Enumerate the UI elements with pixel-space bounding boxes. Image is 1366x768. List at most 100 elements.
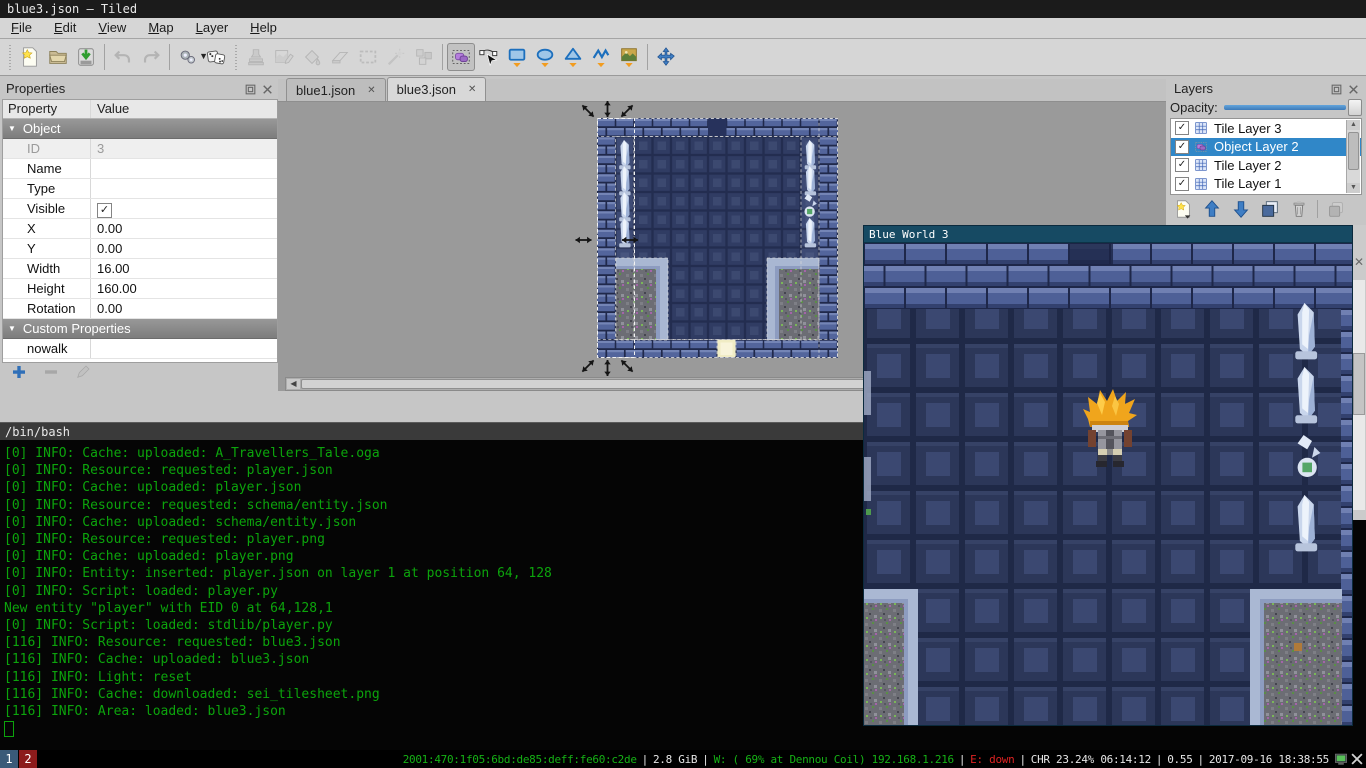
magic-wand-button[interactable] — [382, 43, 410, 71]
delete-layer-button[interactable] — [1288, 198, 1310, 220]
new-layer-button[interactable] — [1172, 198, 1194, 220]
insert-rectangle-button[interactable] — [503, 43, 531, 71]
workspace-badge-1[interactable]: 1 — [0, 750, 18, 768]
insert-polyline-button[interactable] — [587, 43, 615, 71]
close-panel-icon[interactable] — [1347, 83, 1360, 96]
insert-ellipse-button[interactable] — [531, 43, 559, 71]
property-row-y[interactable]: Y0.00 — [3, 239, 277, 259]
same-tile-select-button[interactable] — [410, 43, 438, 71]
insert-tile-button[interactable] — [615, 43, 643, 71]
duplicate-layer-button[interactable] — [1259, 198, 1281, 220]
float-panel-icon[interactable] — [244, 83, 257, 96]
property-row-nowalk[interactable]: nowalk — [3, 339, 277, 359]
menu-file[interactable]: File — [0, 18, 43, 38]
tab-close-icon[interactable]: ✕ — [468, 84, 476, 95]
scroll-down-icon[interactable]: ▼ — [1347, 183, 1360, 193]
undo-button[interactable] — [109, 43, 137, 71]
game-window[interactable]: Blue World 3 — [863, 225, 1353, 726]
tab-label: blue1.json — [296, 83, 355, 98]
layer-row-tile-layer-2[interactable]: ✓Tile Layer 2 — [1171, 156, 1361, 175]
property-group-custom-properties[interactable]: ▼Custom Properties — [3, 319, 277, 339]
layer-visible-checkbox[interactable]: ✓ — [1175, 140, 1189, 154]
property-value[interactable]: 3 — [91, 139, 277, 158]
scrollbar-thumb[interactable] — [1348, 132, 1359, 170]
tab-close-icon[interactable]: ✕ — [367, 85, 375, 96]
property-value[interactable]: 0.00 — [91, 299, 277, 318]
edit-polygons-button[interactable] — [475, 43, 503, 71]
menu-help[interactable]: Help — [239, 18, 288, 38]
close-x-icon[interactable] — [1350, 752, 1364, 766]
game-scene[interactable] — [864, 243, 1352, 725]
scrollbar-thumb[interactable] — [1353, 353, 1365, 415]
save-file-button[interactable] — [72, 43, 100, 71]
select-objects-button[interactable] — [447, 43, 475, 71]
status-segment: CHR 23.24% 06:14:12 — [1031, 753, 1151, 766]
layer-visible-checkbox[interactable]: ✓ — [1175, 177, 1189, 191]
raise-layer-button[interactable] — [1201, 198, 1223, 220]
menu-view[interactable]: View — [87, 18, 137, 38]
new-file-button[interactable] — [16, 43, 44, 71]
lower-layer-button[interactable] — [1230, 198, 1252, 220]
property-value[interactable] — [91, 179, 277, 198]
remove-property-button[interactable] — [42, 363, 62, 383]
menu-layer[interactable]: Layer — [185, 18, 240, 38]
game-window-titlebar[interactable]: Blue World 3 — [864, 226, 1352, 243]
open-file-button[interactable] — [44, 43, 72, 71]
close-panel-icon[interactable] — [261, 83, 274, 96]
layer-visible-checkbox[interactable]: ✓ — [1175, 121, 1189, 135]
menu-map[interactable]: Map — [137, 18, 184, 38]
layer-row-tile-layer-3[interactable]: ✓Tile Layer 3 — [1171, 119, 1361, 138]
scroll-up-icon[interactable]: ▲ — [1347, 120, 1360, 130]
stamp-brush-button[interactable] — [242, 43, 270, 71]
tile-map[interactable] — [597, 118, 838, 358]
property-value[interactable]: 0.00 — [91, 239, 277, 258]
map-canvas[interactable] — [570, 92, 870, 392]
property-value[interactable]: ✓ — [91, 199, 277, 218]
property-row-type[interactable]: Type — [3, 179, 277, 199]
visible-checkbox[interactable]: ✓ — [97, 203, 112, 218]
tab-blue3.json[interactable]: blue3.json✕ — [387, 77, 487, 101]
properties-table[interactable]: Property Value ▼ObjectID3NameTypeVisible… — [2, 99, 278, 363]
layer-visible-checkbox[interactable]: ✓ — [1175, 158, 1189, 172]
tab-blue1.json[interactable]: blue1.json ✕ — [286, 78, 386, 101]
property-value[interactable]: 16.00 — [91, 259, 277, 278]
property-row-width[interactable]: Width16.00 — [3, 259, 277, 279]
property-row-name[interactable]: Name — [3, 159, 277, 179]
property-value[interactable]: 160.00 — [91, 279, 277, 298]
opacity-slider-handle[interactable] — [1348, 99, 1362, 116]
bucket-fill-button[interactable] — [298, 43, 326, 71]
property-row-height[interactable]: Height160.00 — [3, 279, 277, 299]
execute-button[interactable]: ▼ — [174, 43, 202, 71]
scroll-left-icon[interactable]: ◀ — [287, 379, 300, 389]
background-scroll-strip[interactable]: ✕ — [1352, 225, 1366, 520]
property-row-rotation[interactable]: Rotation0.00 — [3, 299, 277, 319]
redo-button[interactable] — [137, 43, 165, 71]
terrain-brush-button[interactable] — [270, 43, 298, 71]
random-mode-button[interactable] — [202, 43, 230, 71]
rect-select-button[interactable] — [354, 43, 382, 71]
property-row-visible[interactable]: Visible✓ — [3, 199, 277, 219]
insert-polygon-button[interactable] — [559, 43, 587, 71]
property-value[interactable] — [91, 159, 277, 178]
layer-row-object-layer-2[interactable]: ✓Object Layer 2 — [1171, 138, 1361, 157]
property-value[interactable] — [91, 339, 277, 358]
eraser-button[interactable] — [326, 43, 354, 71]
workspace-badge-2[interactable]: 2 — [19, 750, 37, 768]
network-monitor-icon[interactable] — [1334, 752, 1348, 766]
menu-edit[interactable]: Edit — [43, 18, 87, 38]
layers-scrollbar[interactable]: ▲ ▼ — [1346, 120, 1360, 193]
property-row-x[interactable]: X0.00 — [3, 219, 277, 239]
opacity-slider[interactable] — [1224, 105, 1346, 110]
float-panel-icon[interactable] — [1330, 83, 1343, 96]
close-icon[interactable]: ✕ — [1352, 255, 1366, 269]
add-property-button[interactable] — [10, 363, 30, 383]
edit-property-button[interactable] — [74, 363, 94, 383]
layer-row-tile-layer-1[interactable]: ✓Tile Layer 1 — [1171, 175, 1361, 194]
highlight-layer-button[interactable] — [1325, 198, 1347, 220]
pan-tool-button[interactable] — [652, 43, 680, 71]
property-value[interactable]: 0.00 — [91, 219, 277, 238]
resize-handle-sw — [580, 358, 596, 374]
property-row-id[interactable]: ID3 — [3, 139, 277, 159]
property-group-object[interactable]: ▼Object — [3, 119, 277, 139]
window-titlebar[interactable]: blue3.json — Tiled — [0, 0, 1366, 18]
